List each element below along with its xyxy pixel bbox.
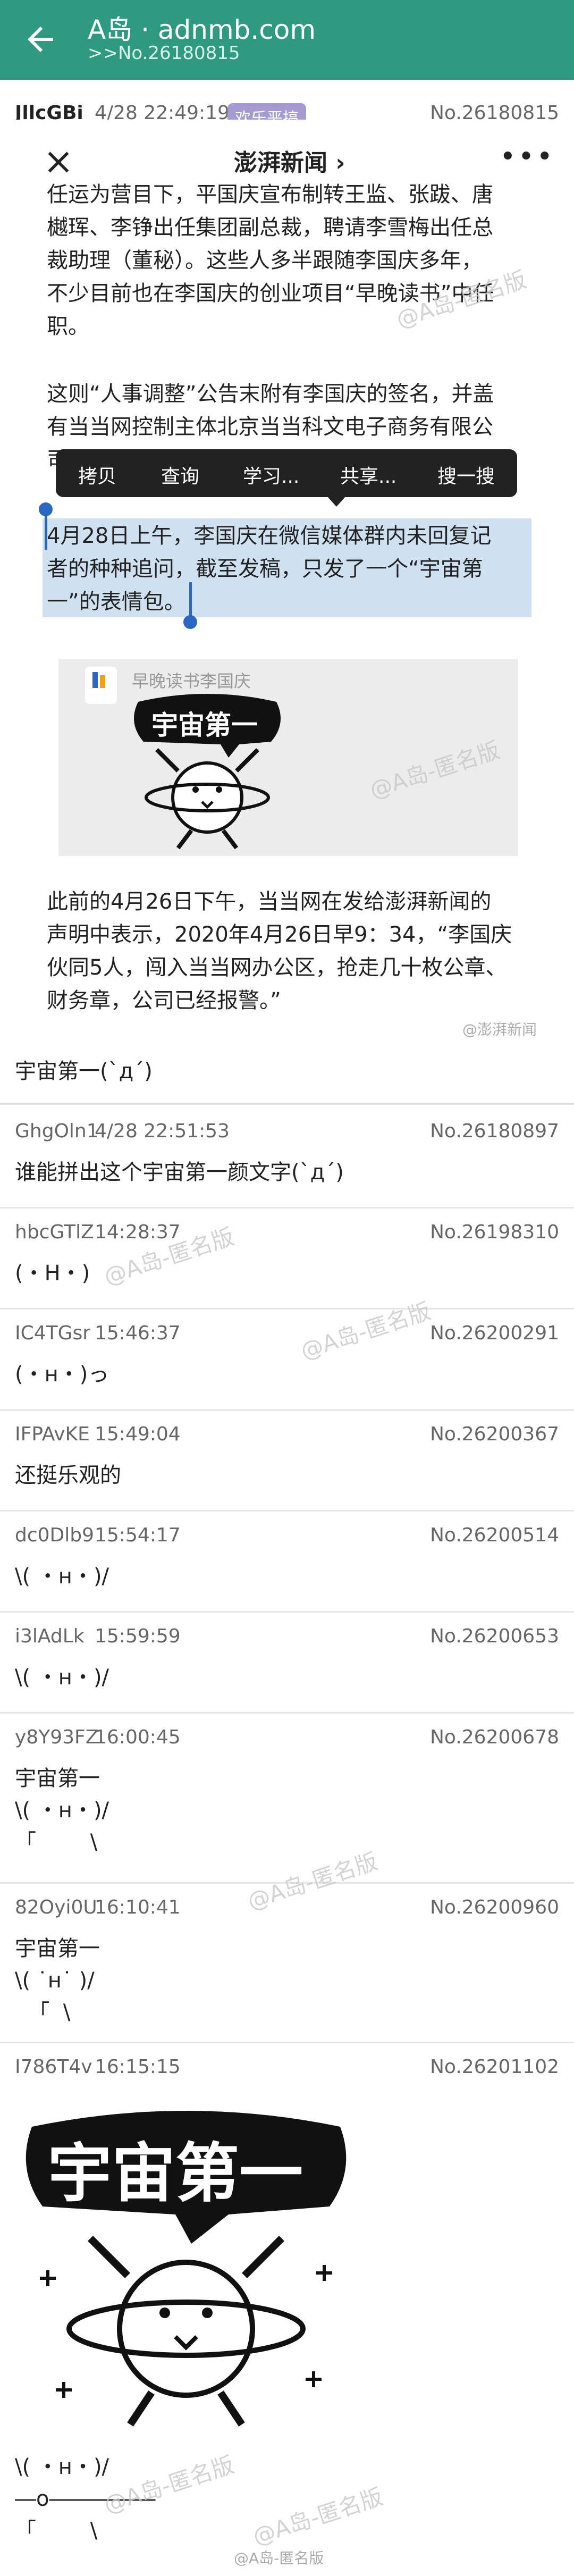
text-selection-menu: 拷贝 查询 学习... 共享... 搜一搜 xyxy=(56,449,517,507)
news-app-title: 澎湃新闻 › xyxy=(234,149,345,177)
selected-paragraph: 4月28日上午，李国庆在微信媒体群内未回复记 者的种种追问，截至发稿，只发了一个… xyxy=(47,524,492,614)
reply-header: GhgOln1 4/28 22:51:53 No.26180897 xyxy=(0,1114,574,1151)
poster-id[interactable]: IFPAvKE xyxy=(15,1423,90,1445)
reply-header: IFPAvKE 15:49:04 No.26200367 xyxy=(0,1417,574,1454)
reply-text: 谁能拼出这个宇宙第一颜文字(`д´) xyxy=(15,1160,344,1185)
post-number[interactable]: No.26180897 xyxy=(430,1120,559,1142)
reply-header: I786T4v 16:15:15 No.26201102 xyxy=(0,2050,574,2087)
more-icon: ••• xyxy=(500,141,555,173)
reply-sticker-image[interactable]: 宇宙第一 xyxy=(16,2095,356,2435)
watermark: @A岛-匿名版 xyxy=(297,1297,434,1364)
close-icon xyxy=(48,152,69,173)
post-number[interactable]: No.26200291 xyxy=(430,1322,559,1344)
reply-text: \( ・н・)/ xyxy=(15,1564,109,1589)
back-arrow-icon[interactable] xyxy=(21,20,60,58)
reply-text: 宇宙第一 \( ˙н˙ )/ 「 \ xyxy=(15,1936,100,2025)
divider xyxy=(0,1510,574,1512)
poster-id[interactable]: I786T4v xyxy=(15,2056,92,2078)
sticker-source: 早晚读书李国庆 xyxy=(132,671,251,691)
watermark: @A岛-匿名版 xyxy=(249,2483,386,2550)
post-time: 15:54:17 xyxy=(95,1524,181,1546)
menu-search: 搜一搜 xyxy=(437,466,495,488)
footer-watermark: @A岛-匿名版 xyxy=(234,2549,324,2567)
post-number[interactable]: No.26200960 xyxy=(430,1897,559,1918)
post-time: 16:10:41 xyxy=(95,1897,181,1918)
post-number[interactable]: No.26200367 xyxy=(430,1423,559,1445)
post-time: 15:49:04 xyxy=(95,1423,181,1445)
post-time: 4/28 22:51:53 xyxy=(95,1120,230,1142)
reply-sticker-caption: 宇宙第一 xyxy=(48,2137,303,2211)
post-number[interactable]: No.26200653 xyxy=(430,1625,559,1647)
divider xyxy=(0,1308,574,1310)
reply-text: \( ・н・)/ xyxy=(15,1665,109,1690)
divider xyxy=(0,1712,574,1714)
app-bar: A岛 · adnmb.com >>No.26180815 xyxy=(0,0,574,80)
reply-header: IC4TGsr 15:46:37 No.26200291 xyxy=(0,1316,574,1353)
divider xyxy=(0,1409,574,1411)
poster-id[interactable]: IC4TGsr xyxy=(15,1322,90,1344)
post-time: 16:00:45 xyxy=(95,1726,181,1748)
news-credit: @澎湃新闻 xyxy=(462,1021,537,1038)
divider xyxy=(0,1103,574,1105)
post-number[interactable]: No.26201102 xyxy=(430,2056,559,2078)
post-time: 16:15:15 xyxy=(95,2056,181,2078)
thread-number[interactable]: >>No.26180815 xyxy=(88,43,240,64)
article-paragraph-1: 任运为营目下，平国庆宣布制转王监、张跋、唐 樾珲、李铮出任集团副总裁，聘请李雪梅… xyxy=(47,182,494,339)
poster-id[interactable]: hbcGTlZ xyxy=(15,1221,94,1243)
menu-learn: 学习... xyxy=(243,466,300,488)
menu-pointer xyxy=(327,496,346,507)
reply-text: (・н・)っ xyxy=(15,1362,109,1387)
sticker-caption: 宇宙第一 xyxy=(151,710,258,741)
divider xyxy=(0,2042,574,2043)
poster-id[interactable]: GhgOln1 xyxy=(15,1120,99,1142)
menu-lookup: 查询 xyxy=(161,466,200,488)
main-post-text: 宇宙第一(`д´) xyxy=(15,1059,153,1084)
reply-text: 宇宙第一 \( ・н・)/ 「 \ xyxy=(15,1766,109,1855)
reply-text: 还挺乐观的 xyxy=(15,1463,121,1488)
app-logo-icon xyxy=(85,667,117,704)
reply-header: hbcGTlZ 14:28:37 No.26198310 xyxy=(0,1215,574,1252)
post-time: 15:46:37 xyxy=(95,1322,181,1344)
reply-header: y8Y93FZ 16:00:45 No.26200678 xyxy=(0,1720,574,1757)
attached-screenshot[interactable]: 澎湃新闻 › ••• 任运为营目下，平国庆宣布制转王监、张跋、唐 樾珲、李铮出任… xyxy=(0,120,574,1038)
reply-text: (・H・) xyxy=(15,1261,90,1286)
reply-header: dc0Dlb9 15:54:17 No.26200514 xyxy=(0,1518,574,1555)
thread-title: A岛 · adnmb.com xyxy=(88,14,316,45)
article-paragraph-3: 此前的4月26日下午，当当网在发给澎湃新闻的 声明中表示，2020年4月26日早… xyxy=(47,890,512,1013)
post-time: 15:59:59 xyxy=(95,1625,181,1647)
poster-id[interactable]: i3lAdLk xyxy=(15,1625,85,1647)
reply-header: i3lAdLk 15:59:59 No.26200653 xyxy=(0,1619,574,1656)
post-number[interactable]: No.26200514 xyxy=(430,1524,559,1546)
poster-id[interactable]: y8Y93FZ xyxy=(15,1726,98,1748)
poster-id[interactable]: 82Oyi0U xyxy=(15,1897,97,1918)
post-number[interactable]: No.26200678 xyxy=(430,1726,559,1748)
menu-share: 共享... xyxy=(340,466,397,488)
post-number[interactable]: No.26198310 xyxy=(430,1221,559,1243)
menu-copy: 拷贝 xyxy=(78,466,117,488)
divider xyxy=(0,1207,574,1209)
poster-id[interactable]: dc0Dlb9 xyxy=(15,1524,94,1546)
divider xyxy=(0,1611,574,1613)
